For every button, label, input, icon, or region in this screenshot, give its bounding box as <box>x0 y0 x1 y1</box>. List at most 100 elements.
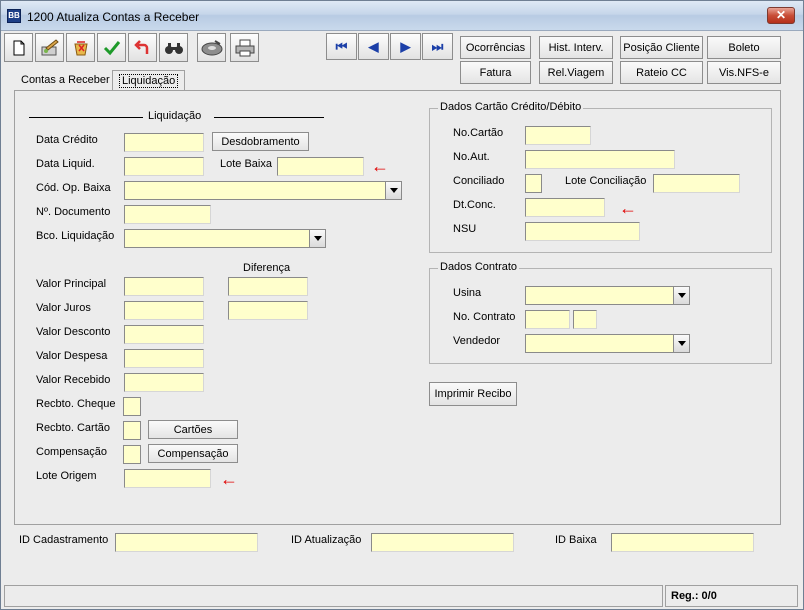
search-icon <box>164 42 183 54</box>
recbto-cartao-label: Recbto. Cartão <box>36 422 110 434</box>
lote-origem-field[interactable] <box>124 469 211 488</box>
dados-contrato-group: Dados Contrato Usina No. Contrato Vended… <box>429 261 772 364</box>
new-document-button[interactable] <box>4 33 33 62</box>
chevron-down-icon[interactable] <box>673 287 689 304</box>
close-button[interactable]: ✕ <box>767 7 795 24</box>
valor-recebido-field[interactable] <box>124 373 204 392</box>
id-atualizacao-label: ID Atualização <box>291 534 362 546</box>
status-bar: Reg.: 0/0 <box>4 585 800 607</box>
valor-desconto-field[interactable] <box>124 325 204 344</box>
recbto-cheque-label: Recbto. Cheque <box>36 398 116 410</box>
no-cartao-field[interactable] <box>525 126 591 145</box>
no-contrato-suffix-field[interactable] <box>573 310 597 329</box>
confirm-button[interactable] <box>97 33 126 62</box>
previous-icon: ◀ <box>368 38 379 54</box>
next-record-button[interactable]: ▶ <box>390 33 421 60</box>
liquidacao-panel: Liquidação Data Crédito Desdobramento Da… <box>14 90 781 525</box>
compensacao-checkbox[interactable] <box>123 445 141 464</box>
edit-button[interactable] <box>35 33 64 62</box>
recbto-cartao-checkbox[interactable] <box>123 421 141 440</box>
rateio-cc-button[interactable]: Rateio CC <box>620 61 703 84</box>
nsu-label: NSU <box>453 223 477 235</box>
disk-icon <box>201 39 222 55</box>
disk-button[interactable] <box>197 33 226 62</box>
cod-op-baixa-select[interactable] <box>124 181 402 200</box>
chevron-down-icon[interactable] <box>385 182 401 199</box>
first-icon: ⏮ <box>335 38 348 54</box>
diferenca-principal-field[interactable] <box>228 277 308 296</box>
data-credito-field[interactable] <box>124 133 204 152</box>
tab-liquidacao[interactable]: Liquidação <box>112 70 186 91</box>
chevron-down-icon[interactable] <box>309 230 325 247</box>
id-atualizacao-field[interactable] <box>371 533 514 552</box>
id-baixa-field[interactable] <box>611 533 754 552</box>
data-credito-label: Data Crédito <box>36 134 98 146</box>
dt-conc-label: Dt.Conc. <box>453 199 496 211</box>
marker-arrow: ← <box>619 198 637 218</box>
dados-cartao-title: Dados Cartão Crédito/Débito <box>438 101 584 113</box>
lote-origem-label: Lote Origem <box>36 470 97 482</box>
bco-liquidacao-label: Bco. Liquidação <box>36 230 115 242</box>
valor-despesa-label: Valor Despesa <box>36 350 108 362</box>
lote-conciliacao-field[interactable] <box>653 174 740 193</box>
print-button[interactable] <box>230 33 259 62</box>
data-liquid-field[interactable] <box>124 157 204 176</box>
no-aut-field[interactable] <box>525 150 675 169</box>
footer-fields: ID Cadastramento ID Atualização ID Baixa <box>4 526 800 583</box>
compensacao-button[interactable]: Compensação <box>148 444 238 463</box>
bco-liquidacao-select[interactable] <box>124 229 326 248</box>
id-cadastramento-field[interactable] <box>115 533 258 552</box>
valor-principal-field[interactable] <box>124 277 204 296</box>
no-cartao-label: No.Cartão <box>453 127 504 139</box>
vendedor-select[interactable] <box>525 334 690 353</box>
usina-label: Usina <box>453 287 482 299</box>
section-line-left <box>29 117 143 118</box>
chevron-down-icon[interactable] <box>673 335 689 352</box>
valor-despesa-field[interactable] <box>124 349 204 368</box>
posicao-cliente-button[interactable]: Posição Cliente <box>620 36 703 59</box>
rel-viagem-button[interactable]: Rel.Viagem <box>539 61 613 84</box>
n-documento-field[interactable] <box>124 205 211 224</box>
no-contrato-field[interactable] <box>525 310 570 329</box>
data-liquid-label: Data Liquid. <box>36 158 95 170</box>
desdobramento-button[interactable]: Desdobramento <box>212 132 309 151</box>
lote-baixa-field[interactable] <box>277 157 364 176</box>
imprimir-recibo-button[interactable]: Imprimir Recibo <box>429 382 517 406</box>
marker-arrow: ← <box>371 156 389 176</box>
valor-juros-label: Valor Juros <box>36 302 91 314</box>
ocorrencias-button[interactable]: Ocorrências <box>460 36 531 59</box>
first-record-button[interactable]: ⏮ <box>326 33 357 60</box>
boleto-button[interactable]: Boleto <box>707 36 781 59</box>
delete-button[interactable] <box>66 33 95 62</box>
cartoes-button[interactable]: Cartões <box>148 420 238 439</box>
recbto-cheque-checkbox[interactable] <box>123 397 141 416</box>
last-record-button[interactable]: ⏭ <box>422 33 453 60</box>
compensacao-label: Compensação <box>36 446 107 458</box>
status-message <box>4 585 663 607</box>
undo-button[interactable] <box>128 33 157 62</box>
usina-select[interactable] <box>525 286 690 305</box>
dados-contrato-title: Dados Contrato <box>438 261 520 273</box>
id-baixa-label: ID Baixa <box>555 534 597 546</box>
fatura-button[interactable]: Fatura <box>460 61 531 84</box>
tab-liquidacao-label: Liquidação <box>119 74 179 88</box>
confirm-icon <box>103 40 120 55</box>
nsu-field[interactable] <box>525 222 640 241</box>
valor-recebido-label: Valor Recebido <box>36 374 111 386</box>
no-contrato-label: No. Contrato <box>453 311 516 323</box>
valor-desconto-label: Valor Desconto <box>36 326 111 338</box>
valor-juros-field[interactable] <box>124 301 204 320</box>
vis-nfse-button[interactable]: Vis.NFS-e <box>707 61 781 84</box>
title-bar[interactable]: BB 1200 Atualiza Contas a Receber ✕ <box>1 1 803 31</box>
toolbar: ⏮ ◀ ▶ ⏭ Ocorrências Hist. Interv. Posiçã… <box>4 32 800 64</box>
tab-contas-a-receber[interactable]: Contas a Receber <box>15 70 116 91</box>
valor-principal-label: Valor Principal <box>36 278 107 290</box>
previous-record-button[interactable]: ◀ <box>358 33 389 60</box>
diferenca-juros-field[interactable] <box>228 301 308 320</box>
search-button[interactable] <box>159 33 188 62</box>
conciliado-checkbox[interactable] <box>525 174 542 193</box>
cod-op-baixa-label: Cód. Op. Baixa <box>36 182 111 194</box>
hist-interv-button[interactable]: Hist. Interv. <box>539 36 613 59</box>
dt-conc-field[interactable] <box>525 198 605 217</box>
vendedor-label: Vendedor <box>453 335 501 347</box>
